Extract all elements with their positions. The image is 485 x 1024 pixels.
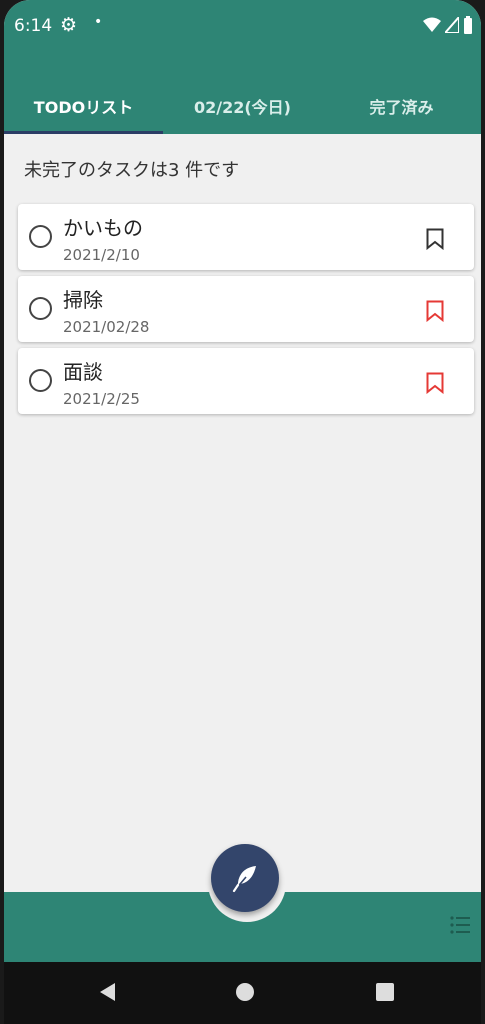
home-icon[interactable] [236,983,254,1001]
system-navigation-bar [4,962,481,1024]
back-icon[interactable] [98,982,116,1002]
app-bar: TODOリスト 02/22(今日) 完了済み [4,56,481,134]
complete-radio-button[interactable] [29,225,52,248]
complete-radio-button[interactable] [29,369,52,392]
tab-completed[interactable]: 完了済み [322,80,481,134]
status-bar: 6:14 ⚙ • [4,0,481,56]
list-item[interactable]: 面談 2021/2/25 [18,348,474,414]
bookmark-icon[interactable] [426,228,444,250]
status-icons [423,16,473,34]
task-date: 2021/02/28 [63,318,150,336]
complete-radio-button[interactable] [29,297,52,320]
status-time: 6:14 [14,16,53,36]
tab-todo-list[interactable]: TODOリスト [4,80,163,134]
signal-icon [445,17,459,33]
task-date: 2021/2/10 [63,246,140,264]
tab-label: TODOリスト [33,98,134,117]
battery-icon [464,16,472,34]
bookmark-icon[interactable] [426,372,444,394]
settings-icon: ⚙ [60,14,78,36]
task-list: かいもの 2021/2/10 掃除 2021/02/28 面談 2021/2/2… [18,204,474,420]
task-title: 掃除 [63,288,103,312]
tab-today[interactable]: 02/22(今日) [163,80,322,134]
notification-dot-icon: • [94,14,103,30]
task-title: 面談 [63,360,103,384]
tab-label: 02/22(今日) [193,98,291,117]
recent-apps-icon[interactable] [376,983,394,1001]
tab-label: 完了済み [369,98,434,117]
bookmark-icon[interactable] [426,300,444,322]
add-task-button[interactable] [211,844,279,912]
feather-icon [232,866,256,893]
task-date: 2021/2/25 [63,390,140,408]
wifi-icon [423,17,441,32]
list-item[interactable]: かいもの 2021/2/10 [18,204,474,270]
tab-bar: TODOリスト 02/22(今日) 完了済み [4,80,481,134]
list-item[interactable]: 掃除 2021/02/28 [18,276,474,342]
app-screen: 6:14 ⚙ • TODOリスト 02/22(今日) 完了済み 未完了のタスクは… [4,0,481,1024]
list-menu-icon[interactable] [449,914,471,936]
pending-count-text: 未完了のタスクは3 件です [24,160,240,181]
task-title: かいもの [63,216,143,240]
